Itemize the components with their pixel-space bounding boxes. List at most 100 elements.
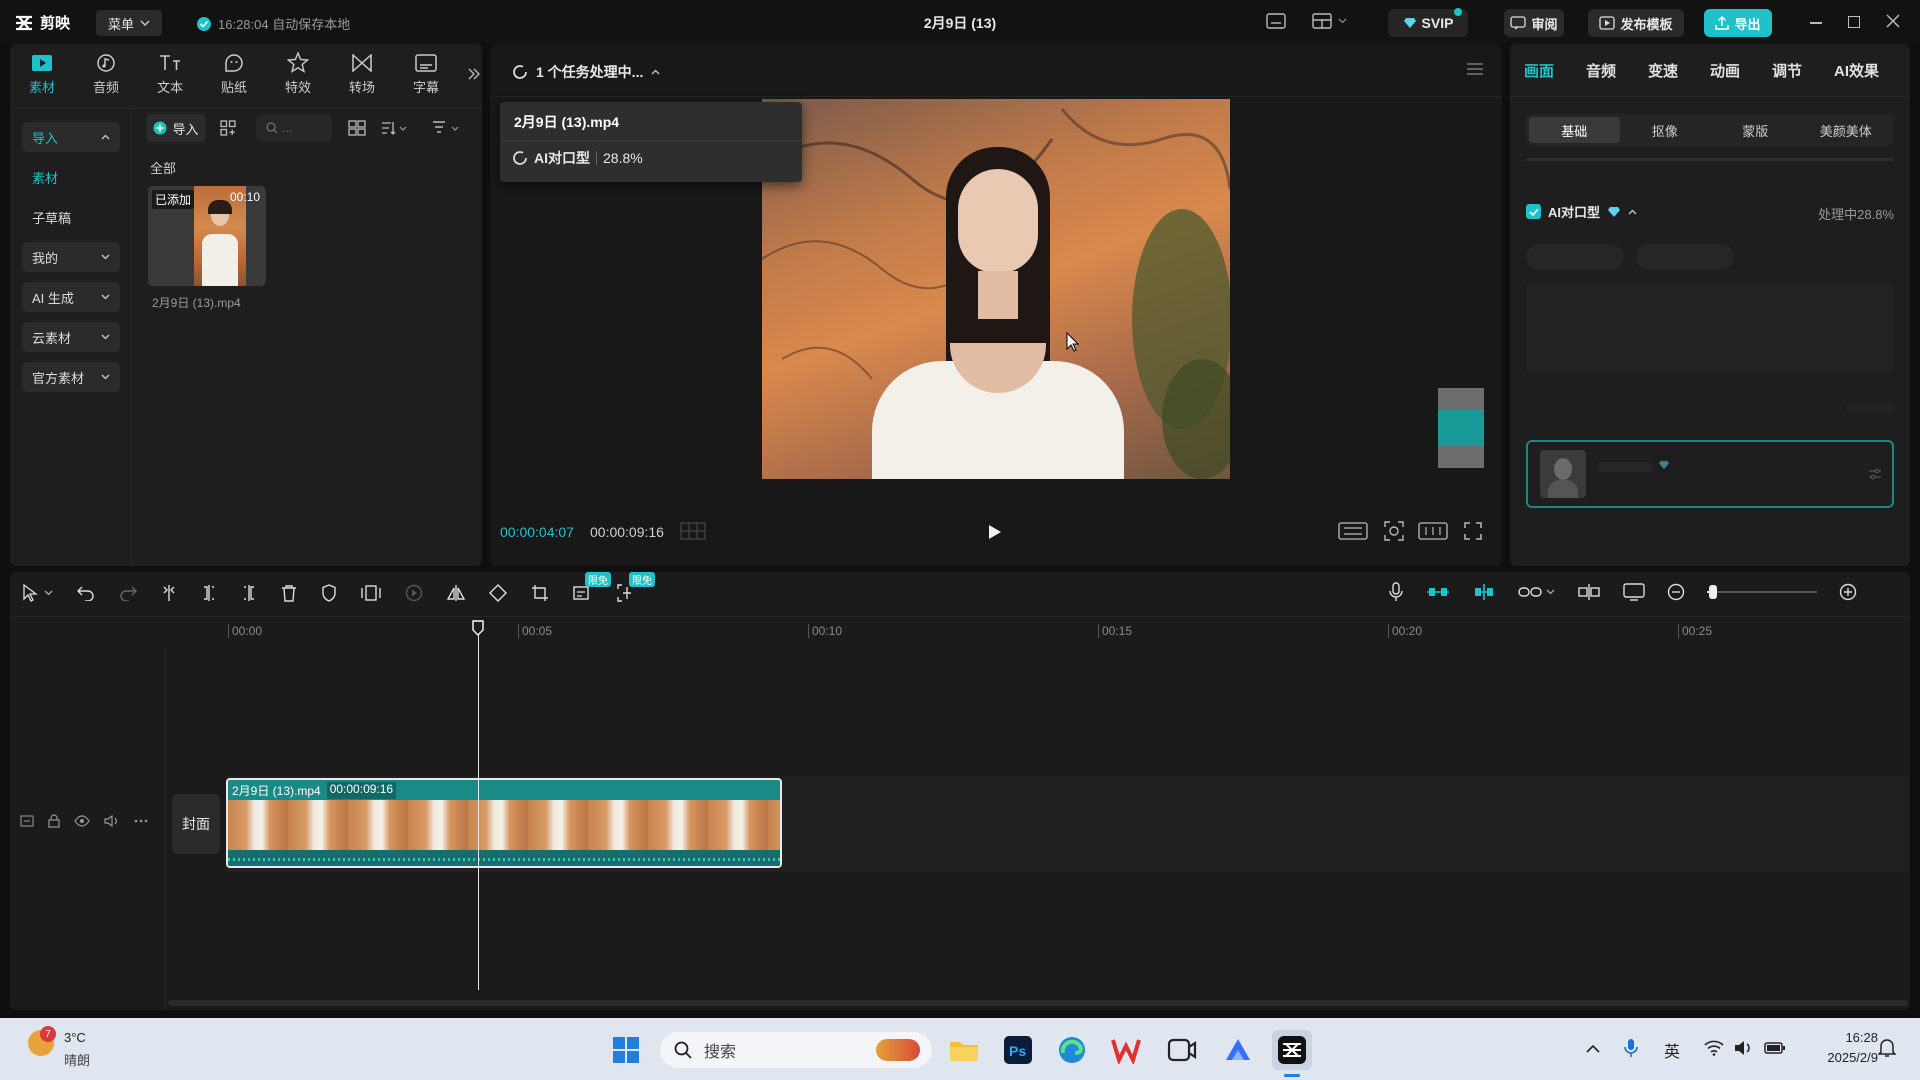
- meeting-app-icon[interactable]: [1162, 1030, 1202, 1070]
- volume-icon[interactable]: [1734, 1040, 1754, 1056]
- sidebar-item-cloud[interactable]: 云素材: [22, 322, 120, 352]
- fullscreen-icon[interactable]: [1464, 522, 1482, 540]
- zoom-out-icon[interactable]: [1667, 583, 1685, 601]
- view-mode-icon[interactable]: [348, 120, 366, 136]
- maximize-icon[interactable]: [1848, 16, 1860, 28]
- grid-view-icon[interactable]: [220, 120, 236, 136]
- capcut-taskbar-icon[interactable]: [1272, 1030, 1312, 1070]
- tool-tab-audio[interactable]: 音频: [78, 48, 134, 100]
- subtitle-layout-icon[interactable]: [1266, 12, 1286, 30]
- ime-indicator[interactable]: 英: [1664, 1038, 1680, 1062]
- tool-tab-media[interactable]: 素材: [14, 48, 70, 100]
- start-button[interactable]: [606, 1030, 646, 1070]
- close-icon[interactable]: [1886, 14, 1900, 28]
- tool-tab-sticker[interactable]: 贴纸: [206, 48, 262, 100]
- timecode-grid-icon[interactable]: [680, 522, 706, 540]
- menu-button[interactable]: 菜单: [96, 10, 162, 36]
- import-button[interactable]: 导入: [146, 114, 206, 142]
- settings-sliders-icon[interactable]: [1868, 468, 1882, 480]
- microphone-icon[interactable]: [1624, 1038, 1638, 1058]
- main-track-magnet-icon[interactable]: [1426, 584, 1450, 600]
- auto-snap-icon[interactable]: [1472, 583, 1496, 601]
- focus-icon[interactable]: [1384, 521, 1404, 541]
- publish-template-button[interactable]: 发布模板: [1588, 9, 1684, 37]
- clock-time[interactable]: 16:28: [1808, 1030, 1878, 1045]
- aspect-ratio-icon[interactable]: [1418, 522, 1448, 540]
- crop-icon[interactable]: [531, 584, 549, 602]
- more-options-icon[interactable]: [134, 819, 148, 823]
- cover-button[interactable]: 封面: [172, 794, 220, 854]
- zoom-in-icon[interactable]: [1839, 583, 1857, 601]
- split-left-icon[interactable]: [201, 584, 217, 602]
- minimize-icon[interactable]: [1810, 22, 1822, 24]
- subtab-mask[interactable]: 蒙版: [1710, 117, 1801, 143]
- subtab-basic[interactable]: 基础: [1529, 117, 1620, 143]
- zoom-slider[interactable]: [1707, 583, 1817, 601]
- sidebar-item-official[interactable]: 官方素材: [22, 362, 120, 392]
- player-menu-icon[interactable]: [1466, 62, 1484, 76]
- filter-button[interactable]: [432, 120, 459, 136]
- color-swatch[interactable]: [1438, 388, 1484, 468]
- taskbar-search[interactable]: 搜索: [660, 1032, 932, 1068]
- sidebar-item-material[interactable]: 素材: [22, 162, 120, 192]
- file-explorer-icon[interactable]: [944, 1030, 984, 1070]
- tool-tab-subtitle[interactable]: 字幕: [398, 48, 454, 100]
- microphone-icon[interactable]: [1388, 582, 1404, 602]
- redo-icon[interactable]: [119, 585, 137, 601]
- sort-button[interactable]: [380, 120, 407, 136]
- battery-icon[interactable]: [1764, 1040, 1786, 1056]
- ai-expand-button[interactable]: 限免: [617, 572, 655, 602]
- tab-animation[interactable]: 动画: [1710, 60, 1772, 81]
- lock-icon[interactable]: [48, 814, 60, 828]
- search-input[interactable]: ...: [256, 114, 332, 142]
- track-select-icon[interactable]: [20, 815, 34, 827]
- select-tool-button[interactable]: [22, 584, 53, 602]
- subtab-beauty[interactable]: 美颜美体: [1801, 117, 1892, 143]
- preview-window-icon[interactable]: [1623, 583, 1645, 601]
- tool-tab-effects[interactable]: 特效: [270, 48, 326, 100]
- export-button[interactable]: 导出: [1704, 9, 1772, 37]
- sidebar-item-ai-generate[interactable]: AI 生成: [22, 282, 120, 312]
- timeline-scrollbar[interactable]: [168, 1000, 1908, 1006]
- eye-icon[interactable]: [74, 815, 90, 827]
- chevron-up-icon[interactable]: [1586, 1044, 1600, 1053]
- review-button[interactable]: 审阅: [1504, 9, 1564, 37]
- wps-office-icon[interactable]: [1106, 1030, 1146, 1070]
- photoshop-icon[interactable]: Ps: [998, 1030, 1038, 1070]
- media-clip-thumbnail[interactable]: 已添加 00:10: [148, 186, 266, 286]
- chevron-up-icon[interactable]: [1628, 209, 1637, 215]
- edge-browser-icon[interactable]: [1052, 1030, 1092, 1070]
- tool-tab-transition[interactable]: 转场: [334, 48, 390, 100]
- sidebar-item-mine[interactable]: 我的: [22, 242, 120, 272]
- timeline-video-clip[interactable]: 2月9日 (13).mp4 00:00:09:16: [226, 778, 782, 868]
- shield-icon[interactable]: [321, 584, 337, 602]
- task-status-button[interactable]: 1 个任务处理中...: [512, 62, 660, 82]
- subtab-cutout[interactable]: 抠像: [1620, 117, 1711, 143]
- ai-lipsync-checkbox[interactable]: [1526, 204, 1541, 219]
- reverse-icon[interactable]: [405, 584, 423, 602]
- smart-clip-button[interactable]: 限免: [573, 572, 611, 602]
- preview-axis-icon[interactable]: [1577, 583, 1601, 601]
- tab-adjust[interactable]: 调节: [1772, 60, 1834, 81]
- tab-speed[interactable]: 变速: [1648, 60, 1710, 81]
- link-button[interactable]: [1518, 585, 1555, 599]
- speaker-icon[interactable]: [104, 815, 120, 827]
- mirror-icon[interactable]: [447, 584, 465, 602]
- sidebar-item-import[interactable]: 导入: [22, 122, 120, 152]
- freeze-frame-icon[interactable]: [361, 584, 381, 602]
- feishu-app-icon[interactable]: [1218, 1030, 1258, 1070]
- clock-date[interactable]: 2025/2/9: [1808, 1050, 1878, 1065]
- rotate-icon[interactable]: [489, 584, 507, 602]
- wifi-icon[interactable]: [1704, 1040, 1724, 1056]
- more-tools-button[interactable]: [462, 48, 486, 100]
- sidebar-item-subdraft[interactable]: 子草稿: [22, 202, 120, 232]
- filter-all-label[interactable]: 全部: [150, 158, 176, 177]
- voice-selection-card[interactable]: [1526, 440, 1894, 508]
- notification-bell-icon[interactable]: [1878, 1038, 1896, 1058]
- delete-icon[interactable]: [281, 584, 297, 602]
- layout-menu-button[interactable]: [1312, 12, 1347, 30]
- split-right-icon[interactable]: [241, 584, 257, 602]
- zoom-slider-handle[interactable]: [1709, 585, 1717, 599]
- tab-ai-effects[interactable]: AI效果: [1834, 60, 1896, 81]
- undo-icon[interactable]: [77, 585, 95, 601]
